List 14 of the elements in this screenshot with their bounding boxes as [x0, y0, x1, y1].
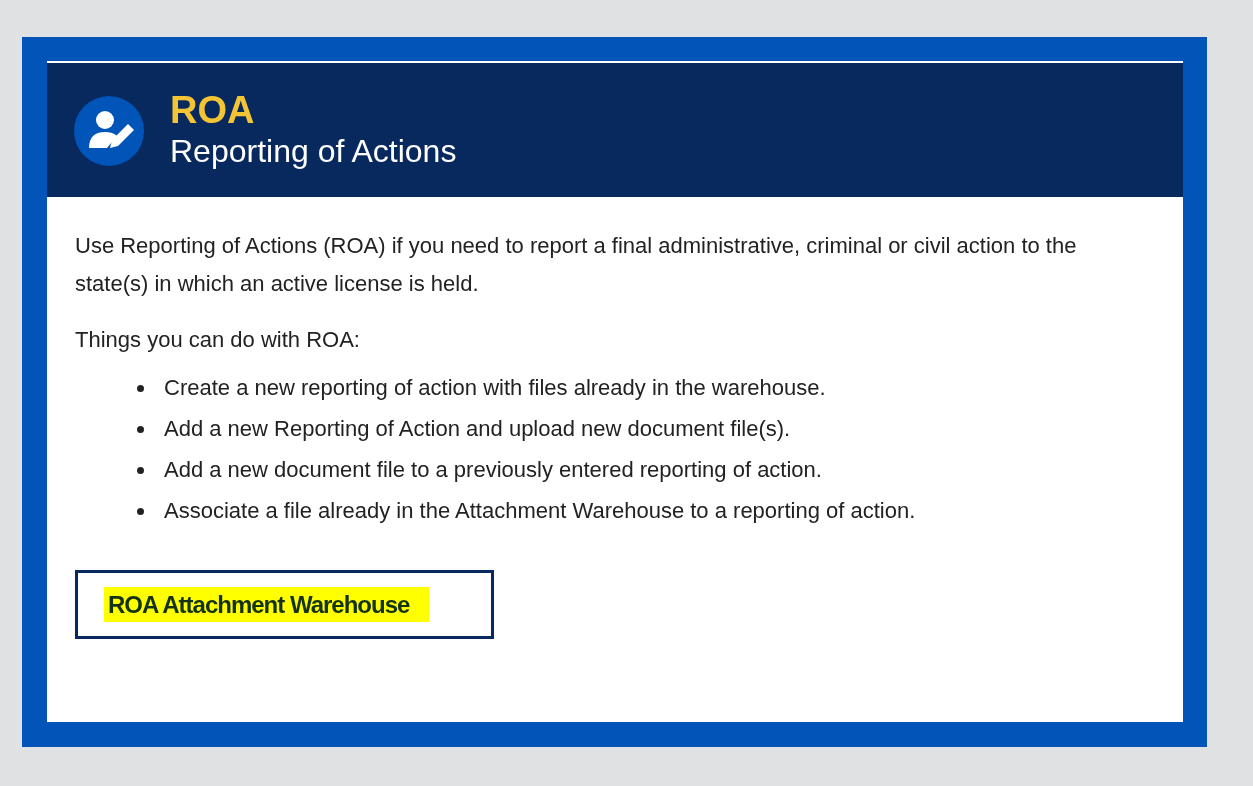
list-item: Add a new document file to a previously entered reporting of action.: [164, 456, 822, 484]
bullet-icon: [137, 466, 144, 474]
intro-text: Use Reporting of Actions (ROA) if you need to report a final administrative, criminal or civil action to the state(s) in which an active license is held.: [75, 232, 1078, 298]
warehouse-button[interactable]: ROA Attachment Warehouse: [75, 570, 494, 639]
bullet-icon: [137, 507, 144, 515]
app-title: ROA: [170, 89, 256, 131]
bullet-icon: [137, 425, 144, 433]
bullet-icon: [137, 384, 144, 392]
list-item: Add a new Reporting of Action and upload new document file(s).: [164, 415, 791, 443]
list-item: Associate a file already in the Attachment Warehouse to a reporting of action.: [164, 497, 916, 525]
app-subtitle: Reporting of Actions: [170, 132, 457, 171]
list-item: Create a new reporting of action with files already in the warehouse.: [164, 374, 826, 402]
list-heading: Things you can do with ROA:: [75, 326, 361, 354]
user-edit-icon: [74, 96, 144, 166]
